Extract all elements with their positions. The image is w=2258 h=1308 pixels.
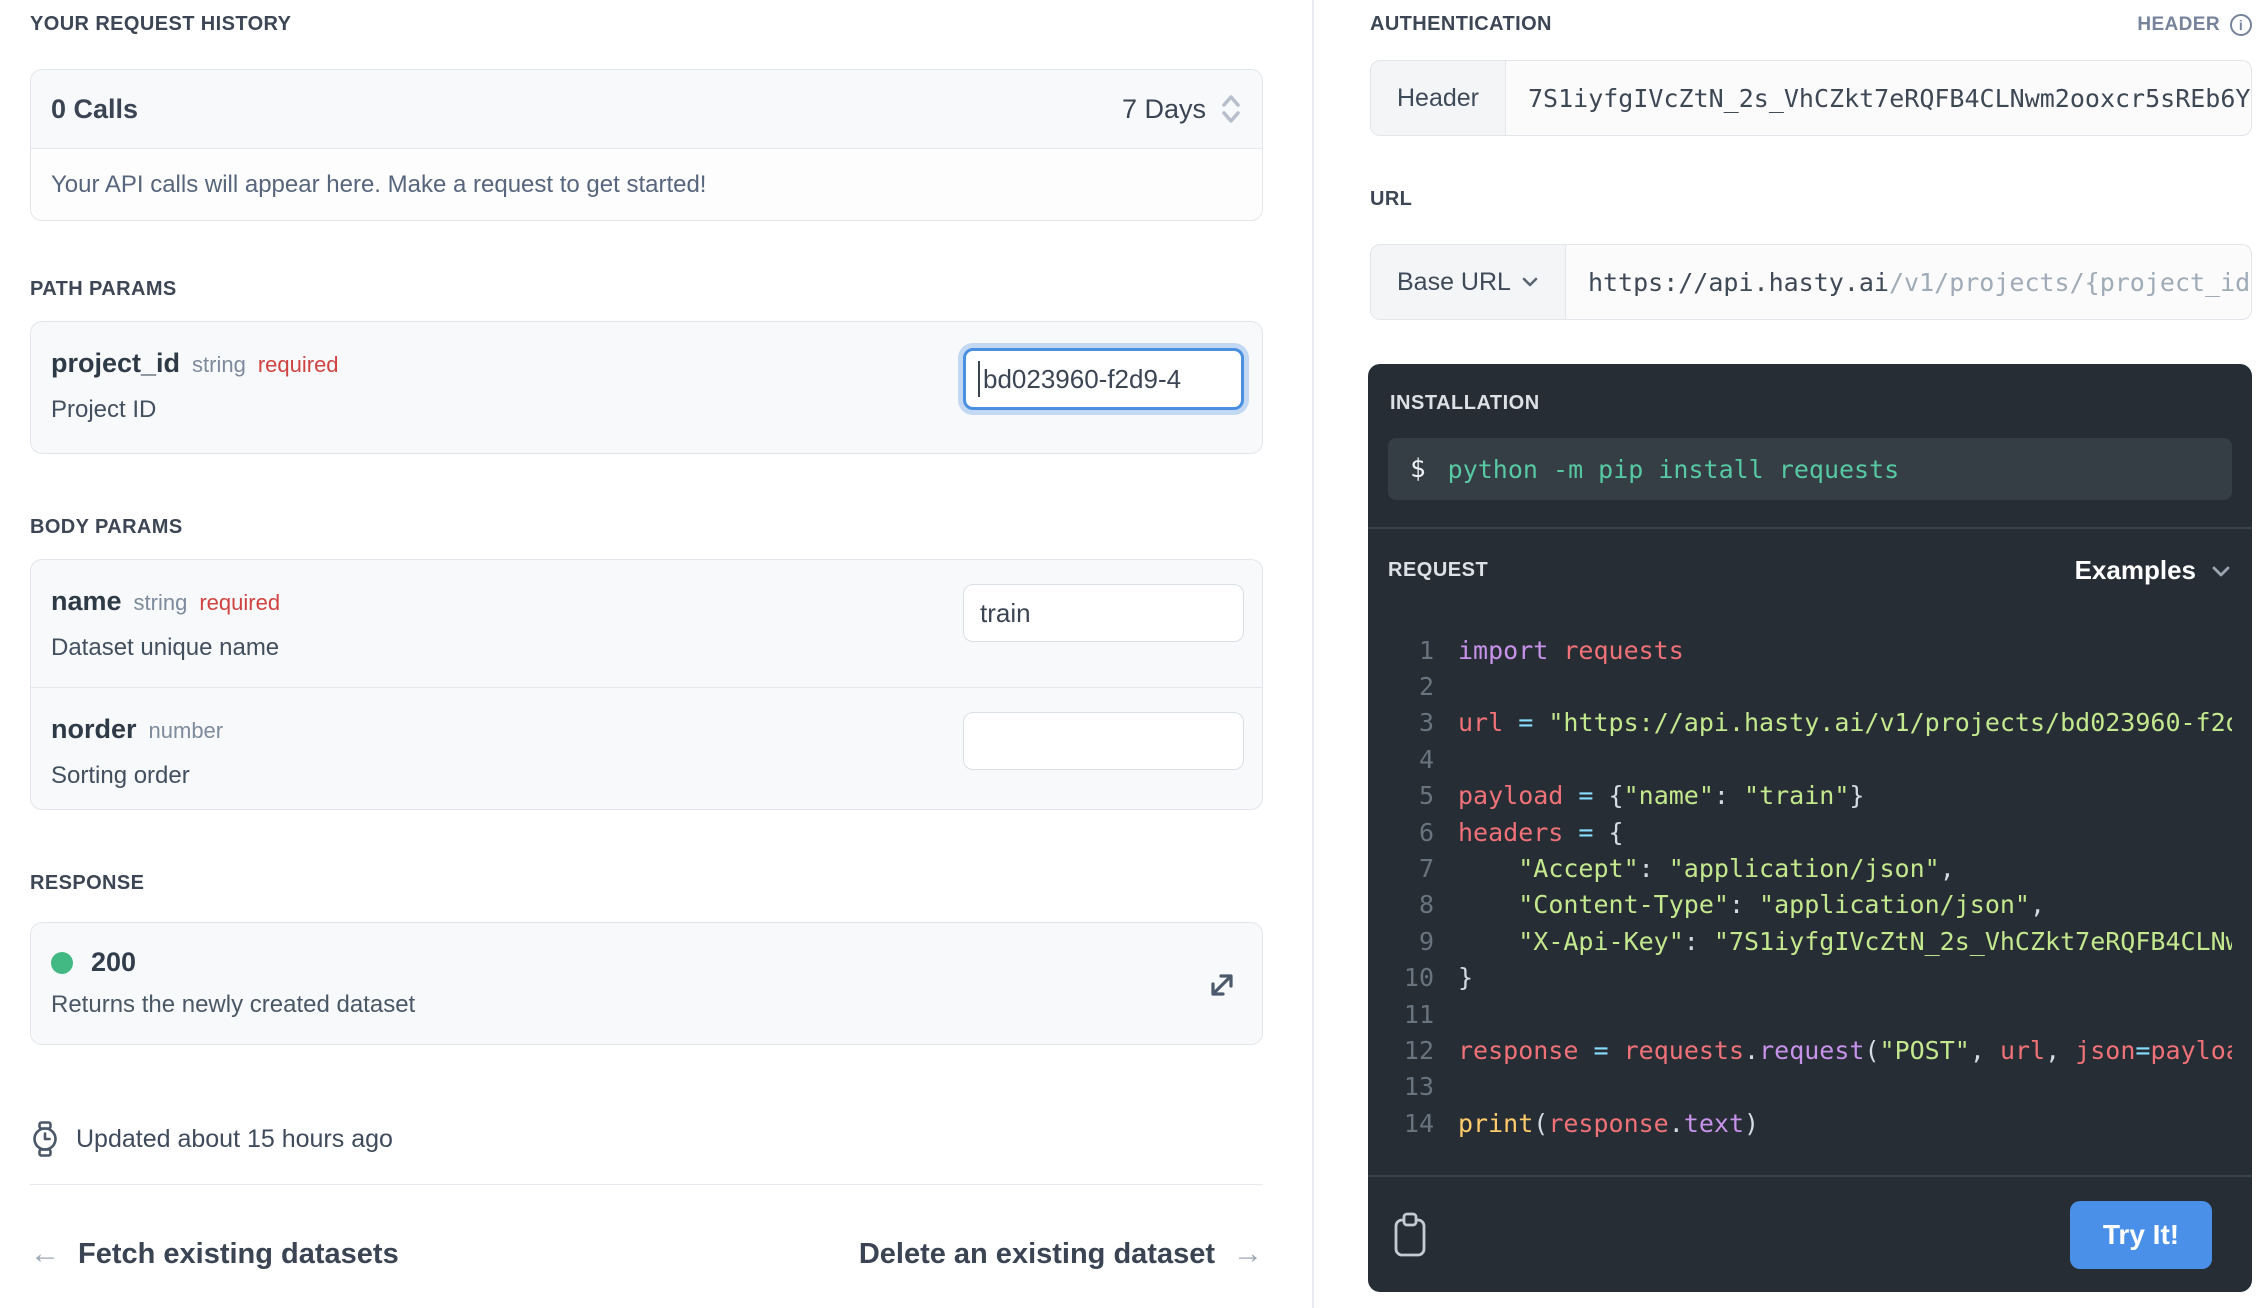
project-id-input[interactable]: bd023960-f2d9-4: [963, 348, 1244, 410]
request-history-header: 0 Calls 7 Days: [31, 70, 1262, 148]
base-url-select[interactable]: Base URL: [1371, 245, 1566, 319]
code-line: 9 "X-Api-Key": "7S1iyfgIVcZtN_2s_VhCZkt7…: [1388, 923, 2232, 959]
pager: ← Fetch existing datasets Delete an exis…: [30, 1237, 1263, 1271]
prev-endpoint-link[interactable]: ← Fetch existing datasets: [30, 1237, 399, 1271]
panel-bottom-bar: Try It!: [1368, 1175, 2252, 1292]
status-code: 200: [91, 947, 136, 978]
installation-title: INSTALLATION: [1390, 392, 2232, 415]
install-command: python -m pip install requests: [1448, 455, 1900, 484]
code-panel: INSTALLATION $ python -m pip install req…: [1368, 364, 2252, 1292]
param-row-norder: norder number Sorting order: [31, 687, 1262, 809]
base-url-label: Base URL: [1397, 268, 1511, 297]
code-line: 12response = requests.request("POST", ur…: [1388, 1032, 2232, 1068]
request-history-card: 0 Calls 7 Days Your API calls will appea…: [30, 69, 1263, 221]
auth-header-label: Header: [1371, 61, 1506, 135]
footer-divider: [30, 1184, 1263, 1185]
request-history-title: YOUR REQUEST HISTORY: [30, 13, 1263, 36]
path-params-card: project_id string required Project ID bd…: [30, 321, 1263, 454]
auth-header-box: Header 7S1iyfgIVcZtN_2s_VhCZkt7eRQFB4CLN…: [1370, 60, 2252, 136]
code-line: 10}: [1388, 960, 2232, 996]
info-icon: i: [2230, 14, 2252, 36]
next-endpoint-link[interactable]: Delete an existing dataset →: [859, 1237, 1263, 1271]
install-command-row: $ python -m pip install requests: [1388, 438, 2232, 500]
updated-row: Updated about 15 hours ago: [30, 1121, 1263, 1157]
code-line: 5payload = {"name": "train"}: [1388, 778, 2232, 814]
auth-row: AUTHENTICATION HEADER i: [1370, 13, 2252, 36]
clipboard-icon[interactable]: [1392, 1211, 1428, 1259]
next-endpoint-label: Delete an existing dataset: [859, 1238, 1215, 1271]
panel-divider: [1368, 527, 2252, 529]
code-line: 14print(response.text): [1388, 1105, 2232, 1141]
body-params-card: name string required Dataset unique name…: [30, 559, 1263, 810]
try-it-button[interactable]: Try It!: [2070, 1201, 2212, 1269]
param-name: name: [51, 586, 122, 617]
history-range-select[interactable]: 7 Days: [1122, 92, 1242, 126]
request-header-row: REQUEST Examples: [1388, 555, 2232, 586]
url-path-suffix: /v1/projects/{project_id}/: [1889, 268, 2251, 297]
auth-scheme-label: HEADER: [2137, 14, 2220, 36]
request-url: https://api.hasty.ai/v1/projects/{projec…: [1566, 245, 2251, 319]
request-title: REQUEST: [1388, 559, 1488, 582]
norder-input[interactable]: [963, 712, 1244, 770]
examples-dropdown[interactable]: Examples: [2075, 555, 2232, 586]
history-range-value: 7 Days: [1122, 94, 1206, 125]
project-id-input-value: bd023960-f2d9-4: [983, 364, 1181, 395]
param-type: number: [149, 718, 224, 744]
code-line: 11: [1388, 996, 2232, 1032]
arrow-left-icon: ←: [30, 1237, 60, 1271]
path-params-title: PATH PARAMS: [30, 278, 1263, 301]
param-row-name: name string required Dataset unique name: [31, 560, 1262, 687]
sort-chevrons-icon: [1220, 92, 1242, 126]
param-name: project_id: [51, 348, 180, 379]
calls-count: 0 Calls: [51, 94, 138, 125]
history-empty-message: Your API calls will appear here. Make a …: [31, 148, 1262, 220]
response-description: Returns the newly created dataset: [51, 991, 1242, 1019]
param-type: string: [192, 352, 246, 378]
terminal-prompt: $: [1410, 454, 1426, 484]
response-title: RESPONSE: [30, 872, 1263, 895]
prev-endpoint-label: Fetch existing datasets: [78, 1238, 399, 1271]
api-key-input[interactable]: 7S1iyfgIVcZtN_2s_VhCZkt7eRQFB4CLNwm2ooxc…: [1506, 61, 2251, 135]
authentication-title: AUTHENTICATION: [1370, 13, 1552, 36]
code-line: 2: [1388, 668, 2232, 704]
chevron-down-icon: [1521, 276, 1539, 288]
updated-text: Updated about 15 hours ago: [76, 1125, 393, 1154]
code-line: 8 "Content-Type": "application/json",: [1388, 887, 2232, 923]
try-it-panel: AUTHENTICATION HEADER i Header 7S1iyfgIV…: [1312, 0, 2258, 1308]
code-line: 13: [1388, 1069, 2232, 1105]
param-required-badge: required: [199, 590, 280, 616]
status-dot-icon: [51, 952, 73, 974]
arrow-right-icon: →: [1233, 1237, 1263, 1271]
code-line: 4: [1388, 741, 2232, 777]
url-box: Base URL https://api.hasty.ai/v1/project…: [1370, 244, 2252, 320]
code-line: 6headers = {: [1388, 814, 2232, 850]
code-line: 1import requests: [1388, 632, 2232, 668]
url-title: URL: [1370, 188, 2258, 211]
base-url-value: https://api.hasty.ai: [1588, 268, 1889, 297]
auth-scheme[interactable]: HEADER i: [2137, 14, 2252, 36]
body-params-title: BODY PARAMS: [30, 516, 1263, 539]
watch-icon: [30, 1121, 60, 1157]
code-line: 7 "Accept": "application/json",: [1388, 850, 2232, 886]
code-line: 3url = "https://api.hasty.ai/v1/projects…: [1388, 705, 2232, 741]
param-row-project-id: project_id string required Project ID bd…: [31, 322, 1262, 453]
param-name: norder: [51, 714, 137, 745]
examples-label: Examples: [2075, 555, 2196, 586]
param-required-badge: required: [258, 352, 339, 378]
name-input[interactable]: [963, 584, 1244, 642]
param-type: string: [134, 590, 188, 616]
response-card: 200 Returns the newly created dataset: [30, 922, 1263, 1045]
request-panel: YOUR REQUEST HISTORY 0 Calls 7 Days Your…: [30, 0, 1263, 1271]
chevron-down-icon: [2210, 564, 2232, 578]
response-status: 200: [51, 947, 1242, 978]
text-caret: [978, 361, 980, 397]
code-block: 1import requests23url = "https://api.has…: [1388, 632, 2232, 1141]
expand-icon[interactable]: [1204, 967, 1240, 1003]
